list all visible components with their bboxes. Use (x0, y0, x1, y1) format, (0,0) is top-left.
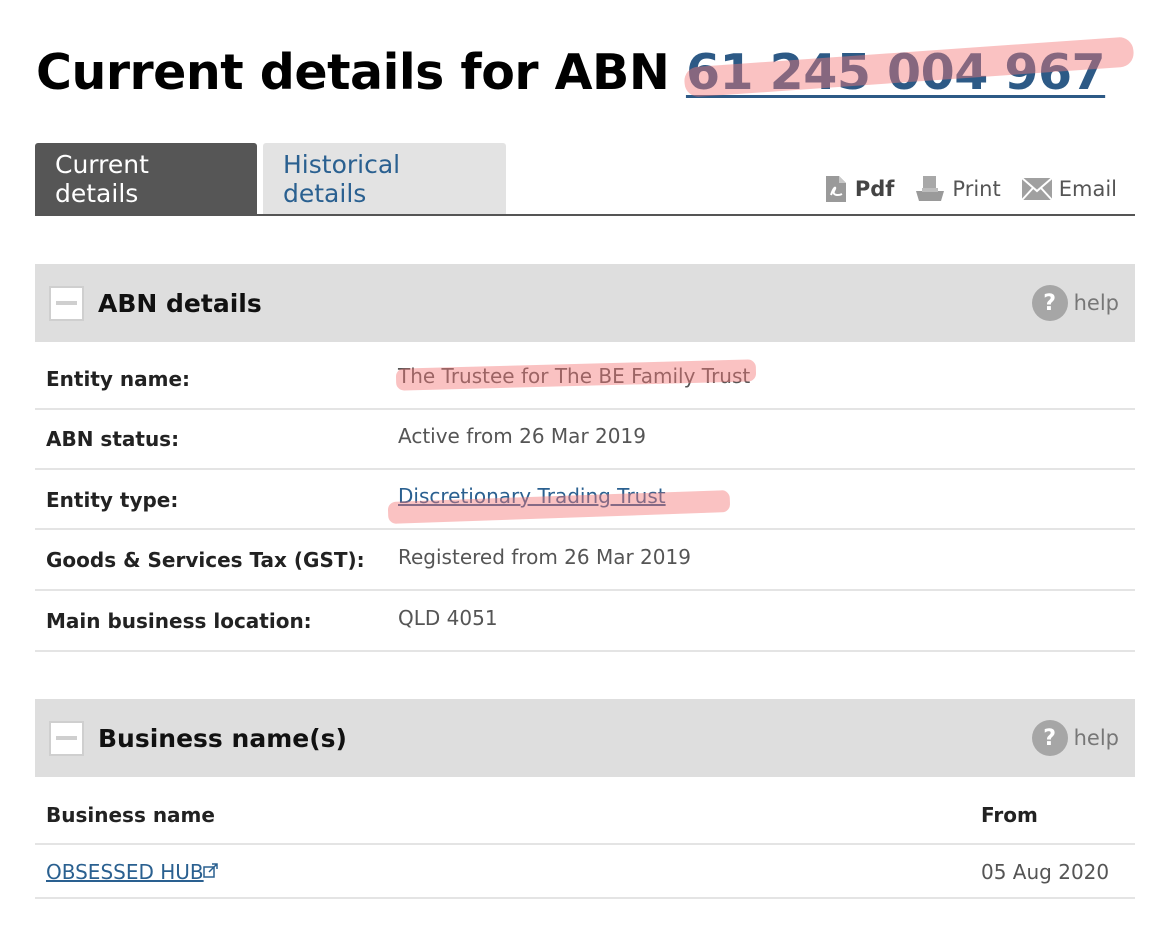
abn-number-link[interactable]: 61 245 004 967 (686, 44, 1106, 101)
page-title-prefix: Current details for ABN (36, 44, 686, 101)
detail-value: QLD 4051 (398, 606, 498, 630)
entity-type-link[interactable]: Discretionary Trading Trust (398, 484, 666, 508)
email-button[interactable]: Email (1020, 177, 1117, 201)
email-label: Email (1058, 177, 1117, 201)
detail-label: Main business location: (46, 609, 312, 633)
external-link-icon[interactable] (203, 863, 218, 882)
business-names-help[interactable]: ? help (1031, 720, 1119, 756)
detail-value: Active from 26 Mar 2019 (398, 424, 646, 448)
detail-row-entity-name: Entity name: The Trustee for The BE Fami… (35, 342, 1135, 410)
abn-details-help[interactable]: ? help (1031, 285, 1119, 321)
print-button[interactable]: Print (914, 175, 1001, 203)
table-row: OBSESSED HUB 05 Aug 2020 (35, 845, 1135, 899)
column-header-from: From (981, 803, 1038, 827)
collapse-icon[interactable] (49, 285, 84, 321)
column-header-business-name: Business name (46, 803, 215, 827)
pdf-icon (823, 175, 849, 203)
detail-value: The Trustee for The BE Family Trust (398, 364, 751, 388)
email-icon (1020, 177, 1053, 201)
business-names-header: Business name(s) ? help (35, 699, 1135, 777)
detail-row-gst: Goods & Services Tax (GST): Registered f… (35, 530, 1135, 591)
tab-historical-details[interactable]: Historical details (263, 143, 506, 214)
tab-bar: Current details Historical details Pdf P… (35, 143, 1135, 216)
detail-row-entity-type: Entity type: Discretionary Trading Trust (35, 470, 1135, 530)
help-icon: ? (1031, 285, 1068, 321)
business-name-link[interactable]: OBSESSED HUB (46, 860, 204, 884)
abn-details-header: ABN details ? help (35, 264, 1135, 342)
pdf-label: Pdf (854, 177, 895, 201)
print-icon (914, 175, 946, 203)
business-name-from-date: 05 Aug 2020 (981, 860, 1110, 884)
abn-details-title: ABN details (98, 288, 262, 318)
detail-label: Goods & Services Tax (GST): (46, 548, 365, 572)
page-title: Current details for ABN 61 245 004 967 (36, 44, 1146, 101)
detail-label: ABN status: (46, 427, 180, 451)
pdf-button[interactable]: Pdf (823, 175, 895, 203)
print-label: Print (952, 177, 1001, 201)
detail-row-location: Main business location: QLD 4051 (35, 591, 1135, 652)
detail-value: Registered from 26 Mar 2019 (398, 545, 691, 569)
tab-current-details[interactable]: Current details (35, 143, 257, 214)
detail-label: Entity name: (46, 367, 191, 391)
help-icon: ? (1031, 720, 1068, 756)
business-names-title: Business name(s) (98, 723, 347, 753)
document-actions: Pdf Print Email (823, 175, 1117, 203)
business-names-table-header: Business name From (35, 777, 1135, 845)
help-label: help (1073, 726, 1119, 750)
help-label: help (1073, 291, 1119, 315)
detail-row-abn-status: ABN status: Active from 26 Mar 2019 (35, 410, 1135, 470)
collapse-icon[interactable] (49, 720, 84, 756)
detail-label: Entity type: (46, 488, 179, 512)
